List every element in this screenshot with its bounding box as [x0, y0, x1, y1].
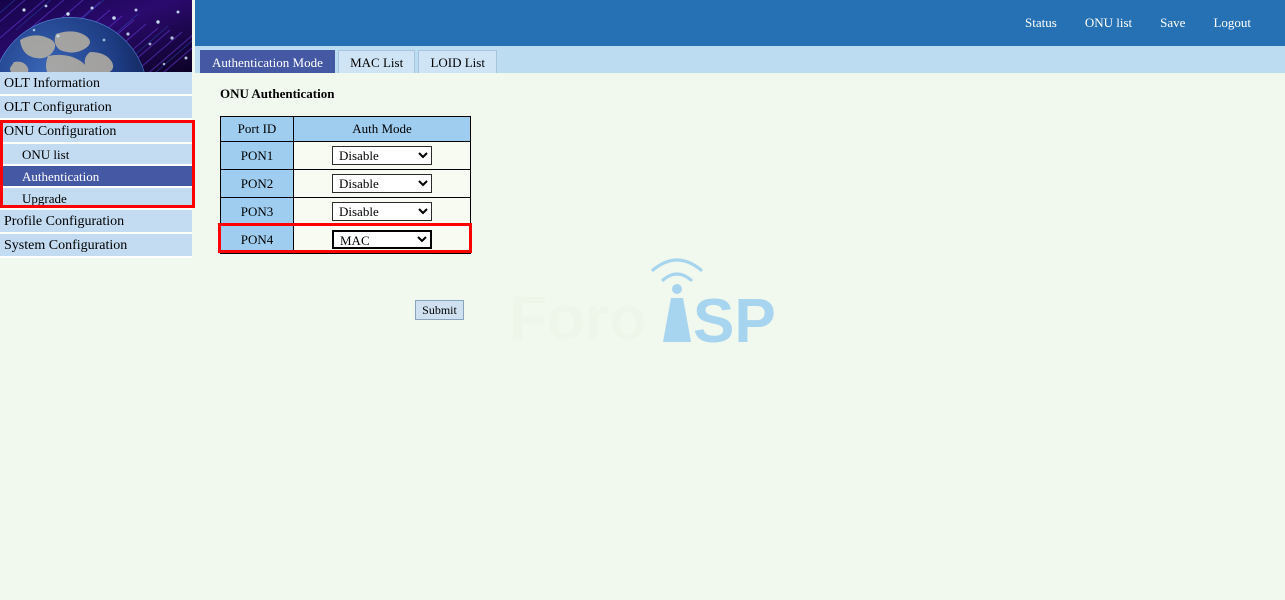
column-header-auth-mode: Auth Mode: [294, 117, 471, 142]
topnav-link-onu-list[interactable]: ONU list: [1071, 0, 1146, 46]
table-row: PON1 DisableMACLOIDLOID+PWDMAC+LOID: [221, 142, 471, 170]
cell-auth-mode-pon4: DisableMACLOIDLOID+PWDMAC+LOID: [294, 226, 471, 254]
cell-port-pon4: PON4: [221, 226, 294, 254]
cell-auth-mode-pon2: DisableMACLOIDLOID+PWDMAC+LOID: [294, 170, 471, 198]
sidebar-item-authentication[interactable]: Authentication: [0, 166, 192, 188]
cell-auth-mode-pon1: DisableMACLOIDLOID+PWDMAC+LOID: [294, 142, 471, 170]
table-header-row: Port ID Auth Mode: [221, 117, 471, 142]
sidebar-item-olt-information[interactable]: OLT Information: [0, 72, 192, 96]
cell-port-pon2: PON2: [221, 170, 294, 198]
cell-auth-mode-pon3: DisableMACLOIDLOID+PWDMAC+LOID: [294, 198, 471, 226]
page-title: ONU Authentication: [220, 86, 1285, 102]
auth-mode-select-pon1[interactable]: DisableMACLOIDLOID+PWDMAC+LOID: [332, 146, 432, 165]
column-header-port-id: Port ID: [221, 117, 294, 142]
topnav-link-save[interactable]: Save: [1146, 0, 1199, 46]
top-header-bar: Status ONU list Save Logout: [195, 0, 1285, 46]
sidebar-item-profile-configuration[interactable]: Profile Configuration: [0, 210, 192, 234]
topnav-link-status[interactable]: Status: [1011, 0, 1071, 46]
svg-text:SP: SP: [693, 287, 776, 356]
main-content: Foro SP Authentication Mode MAC List LOI…: [195, 46, 1285, 600]
tab-loid-list[interactable]: LOID List: [418, 50, 497, 73]
topnav-link-logout[interactable]: Logout: [1199, 0, 1265, 46]
submit-button[interactable]: Submit: [415, 300, 464, 320]
auth-mode-select-pon4[interactable]: DisableMACLOIDLOID+PWDMAC+LOID: [332, 230, 432, 249]
svg-text:Foro: Foro: [509, 284, 647, 353]
table-row: PON2 DisableMACLOIDLOID+PWDMAC+LOID: [221, 170, 471, 198]
onu-authentication-table: Port ID Auth Mode PON1 DisableMACLOIDLOI…: [220, 116, 471, 254]
sidebar-item-onu-list[interactable]: ONU list: [0, 144, 192, 166]
top-navigation: Status ONU list Save Logout: [1011, 0, 1265, 46]
sidebar-item-upgrade[interactable]: Upgrade: [0, 188, 192, 210]
cell-port-pon1: PON1: [221, 142, 294, 170]
sidebar-item-olt-configuration[interactable]: OLT Configuration: [0, 96, 192, 120]
table-row: PON4 DisableMACLOIDLOID+PWDMAC+LOID: [221, 226, 471, 254]
auth-mode-select-pon2[interactable]: DisableMACLOIDLOID+PWDMAC+LOID: [332, 174, 432, 193]
sidebar-menu: OLT Information OLT Configuration ONU Co…: [0, 72, 192, 258]
tab-bar: Authentication Mode MAC List LOID List: [195, 46, 1285, 73]
tab-authentication-mode[interactable]: Authentication Mode: [200, 50, 335, 73]
table-row: PON3 DisableMACLOIDLOID+PWDMAC+LOID: [221, 198, 471, 226]
sidebar-item-system-configuration[interactable]: System Configuration: [0, 234, 192, 258]
auth-mode-select-pon3[interactable]: DisableMACLOIDLOID+PWDMAC+LOID: [332, 202, 432, 221]
sidebar-item-onu-configuration[interactable]: ONU Configuration: [0, 120, 192, 144]
cell-port-pon3: PON3: [221, 198, 294, 226]
foroisp-watermark: Foro SP: [505, 244, 805, 364]
tab-mac-list[interactable]: MAC List: [338, 50, 415, 73]
header-banner-image: [0, 0, 192, 72]
